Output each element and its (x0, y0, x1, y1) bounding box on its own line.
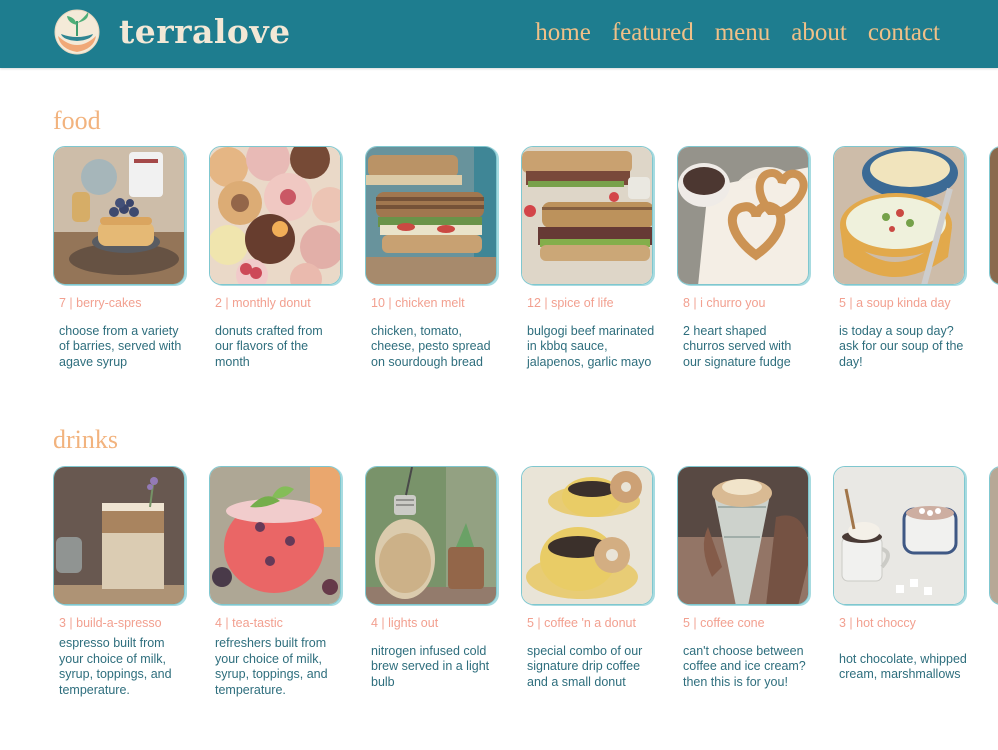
item-caption: 3 | build-a-spresso (59, 616, 162, 630)
menu-card-partial[interactable] (989, 146, 998, 382)
food-row: 7 | berry-cakes choose from a variety of… (53, 146, 998, 382)
item-description: is today a soup day? ask for our soup of… (839, 323, 964, 369)
churros-image (677, 146, 809, 285)
menu-card-chicken-melt[interactable]: 10 | chicken melt chicken, tomato, chees… (365, 146, 497, 382)
drinks-section-title: drinks (53, 425, 118, 454)
item-description: donuts crafted from our flavors of the m… (215, 323, 323, 369)
soup-image (833, 146, 965, 285)
menu-card-monthly-donut[interactable]: 2 | monthly donut donuts crafted from ou… (209, 146, 341, 382)
drinks-row: 3 | build-a-spresso espresso built from … (53, 466, 998, 702)
iced-latte-image (53, 466, 185, 605)
menu-card-coffee-n-a-donut[interactable]: 5 | coffee 'n a donut special combo of o… (521, 466, 653, 702)
site-header: terralove home featured menu about conta… (0, 0, 998, 68)
menu-card-lights-out[interactable]: 4 | lights out nitrogen infused cold bre… (365, 466, 497, 702)
item-description: choose from a variety of barries, served… (59, 323, 182, 369)
item-caption: 7 | berry-cakes (59, 296, 142, 310)
nav-featured[interactable]: featured (612, 14, 694, 52)
item-caption: 5 | coffee cone (683, 616, 765, 630)
item-description: refreshers built from your choice of mil… (215, 636, 328, 697)
nav-home[interactable]: home (535, 14, 591, 52)
sandwich-image (365, 146, 497, 285)
item-description: can't choose between coffee and ice crea… (683, 643, 806, 689)
menu-card-coffee-cone[interactable]: 5 | coffee cone can't choose between cof… (677, 466, 809, 702)
main-nav: home featured menu about contact (535, 14, 940, 52)
berry-refresher-image (209, 466, 341, 605)
donuts-image (209, 146, 341, 285)
pancakes-image (53, 146, 185, 285)
menu-card-build-a-spresso[interactable]: 3 | build-a-spresso espresso built from … (53, 466, 185, 702)
item-caption: 4 | tea-tastic (215, 616, 283, 630)
coffee-cone-image (677, 466, 809, 605)
item-caption: 5 | coffee 'n a donut (527, 616, 636, 630)
menu-card-tea-tastic[interactable]: 4 | tea-tastic refreshers built from you… (209, 466, 341, 702)
menu-card-hot-choccy[interactable]: 3 | hot choccy hot chocolate, whipped cr… (833, 466, 967, 702)
item-caption: 12 | spice of life (527, 296, 614, 310)
logo-icon[interactable] (54, 9, 100, 55)
partial-food-image (989, 146, 998, 285)
item-caption: 3 | hot choccy (839, 616, 916, 630)
item-description: chicken, tomato, cheese, pesto spread on… (371, 323, 491, 369)
menu-card-partial[interactable] (989, 466, 998, 702)
menu-card-i-churro-you[interactable]: 8 | i churro you 2 heart shaped churros … (677, 146, 809, 382)
item-caption: 2 | monthly donut (215, 296, 311, 310)
item-caption: 8 | i churro you (683, 296, 766, 310)
item-caption: 4 | lights out (371, 616, 439, 630)
brand-name[interactable]: terralove (119, 8, 291, 56)
nav-contact[interactable]: contact (868, 14, 940, 52)
item-description: espresso built from your choice of milk,… (59, 636, 172, 697)
menu-card-soup-kinda-day[interactable]: 5 | a soup kinda day is today a soup day… (833, 146, 965, 382)
coffee-donut-image (521, 466, 653, 605)
item-caption: 10 | chicken melt (371, 296, 465, 310)
item-caption: 5 | a soup kinda day (839, 296, 951, 310)
partial-drink-image (989, 466, 998, 605)
nav-menu[interactable]: menu (715, 14, 771, 52)
menu-card-spice-of-life[interactable]: 12 | spice of life bulgogi beef marinate… (521, 146, 655, 382)
item-description: hot chocolate, whipped cream, marshmallo… (839, 651, 967, 682)
item-description: special combo of our signature drip coff… (527, 643, 643, 689)
menu-card-berry-cakes[interactable]: 7 | berry-cakes choose from a variety of… (53, 146, 185, 382)
nav-about[interactable]: about (791, 14, 847, 52)
hot-chocolate-image (833, 466, 965, 605)
item-description: bulgogi beef marinated in kbbq sauce, ja… (527, 323, 655, 369)
item-description: 2 heart shaped churros served with our s… (683, 323, 792, 369)
bulgogi-sandwich-image (521, 146, 653, 285)
lightbulb-drink-image (365, 466, 497, 605)
food-section-title: food (53, 106, 101, 135)
item-description: nitrogen infused cold brew served in a l… (371, 643, 490, 689)
